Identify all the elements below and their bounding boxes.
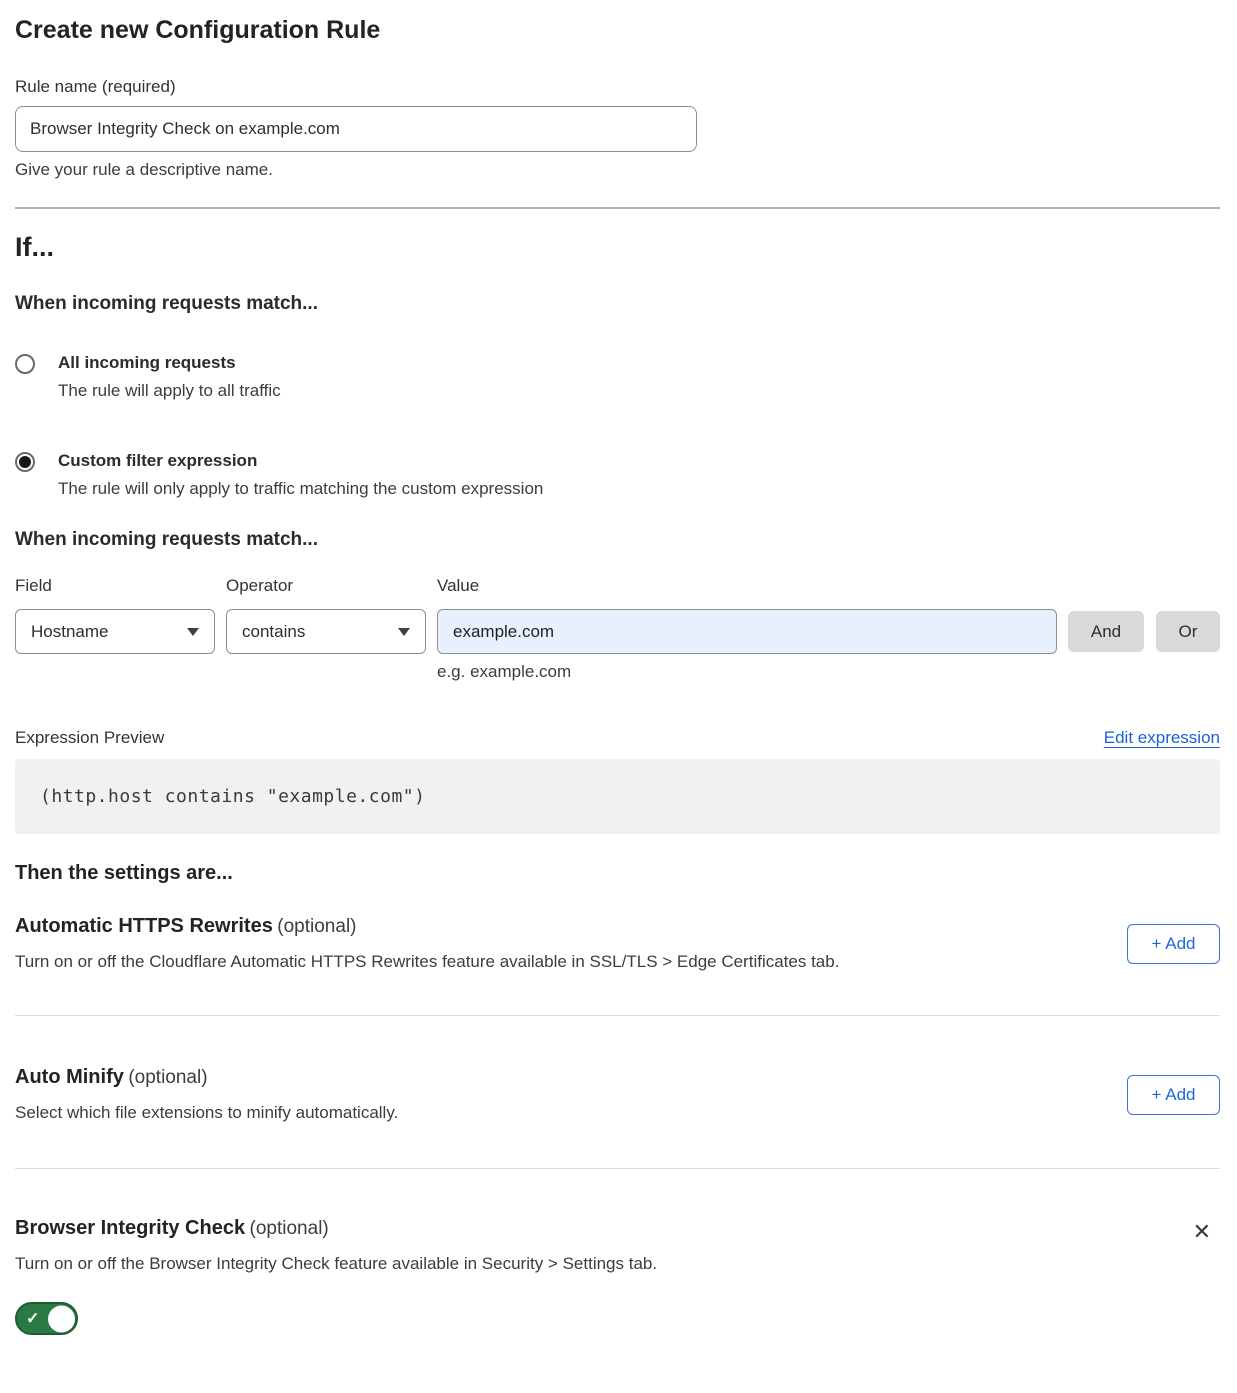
checkmark-icon: ✓ (26, 1308, 39, 1328)
if-heading: If... (15, 232, 1220, 263)
then-settings-heading: Then the settings are... (15, 862, 1220, 885)
and-button[interactable]: And (1068, 611, 1144, 652)
radio-option-label: All incoming requests (58, 353, 281, 373)
operator-select[interactable]: contains (226, 609, 426, 654)
setting-description: Turn on or off the Cloudflare Automatic … (15, 952, 839, 972)
field-select-value: Hostname (31, 622, 108, 642)
field-label: Field (15, 576, 215, 596)
setting-text: Automatic HTTPS Rewrites (optional) Turn… (15, 915, 839, 972)
value-input[interactable] (437, 609, 1057, 654)
rule-name-input[interactable] (15, 106, 697, 152)
setting-optional-tag: (optional) (277, 916, 356, 937)
radio-option-all-incoming-requests[interactable]: All incoming requests The rule will appl… (15, 353, 1220, 401)
filter-match-heading: When incoming requests match... (15, 529, 1220, 551)
radio-selected-icon[interactable] (15, 452, 35, 472)
add-automatic-https-rewrites-button[interactable]: + Add (1127, 924, 1220, 964)
setting-title-row: Automatic HTTPS Rewrites (optional) (15, 915, 839, 938)
close-icon[interactable]: ✕ (1193, 1221, 1211, 1243)
setting-description: Select which file extensions to minify a… (15, 1103, 398, 1123)
filter-controls-row: Hostname contains And Or (15, 609, 1220, 654)
or-button[interactable]: Or (1156, 611, 1220, 652)
setting-divider (15, 1168, 1220, 1169)
setting-browser-integrity-check: Browser Integrity Check (optional) Turn … (15, 1217, 1220, 1274)
setting-text: Auto Minify (optional) Select which file… (15, 1066, 398, 1123)
chevron-down-icon (398, 628, 410, 636)
edit-expression-link[interactable]: Edit expression (1104, 728, 1220, 748)
expression-preview-box: (http.host contains "example.com") (15, 759, 1220, 834)
value-label: Value (437, 576, 1057, 596)
setting-optional-tag: (optional) (128, 1067, 207, 1088)
toggle-knob (48, 1305, 75, 1332)
create-configuration-rule-form: Create new Configuration Rule Rule name … (0, 16, 1237, 1340)
setting-automatic-https-rewrites: Automatic HTTPS Rewrites (optional) Turn… (15, 915, 1220, 972)
setting-title: Automatic HTTPS Rewrites (15, 915, 273, 937)
setting-title-row: Auto Minify (optional) (15, 1066, 398, 1089)
radio-option-label: Custom filter expression (58, 451, 543, 471)
rule-name-label: Rule name (required) (15, 77, 1220, 97)
operator-label: Operator (226, 576, 426, 596)
field-select[interactable]: Hostname (15, 609, 215, 654)
chevron-down-icon (187, 628, 199, 636)
filter-column-labels: Field Operator Value (15, 576, 1220, 596)
value-helper: e.g. example.com (437, 662, 1220, 682)
page-title: Create new Configuration Rule (15, 16, 1220, 45)
radio-option-text: All incoming requests The rule will appl… (58, 353, 281, 401)
section-divider (15, 207, 1220, 209)
radio-option-description: The rule will apply to all traffic (58, 381, 281, 401)
setting-description: Turn on or off the Browser Integrity Che… (15, 1254, 657, 1274)
setting-title: Auto Minify (15, 1066, 124, 1088)
rule-name-helper: Give your rule a descriptive name. (15, 160, 1220, 180)
radio-unselected-icon[interactable] (15, 354, 35, 374)
expression-preview-row: Expression Preview Edit expression (15, 728, 1220, 748)
setting-title-row: Browser Integrity Check (optional) (15, 1217, 657, 1240)
expression-code: (http.host contains "example.com") (40, 786, 425, 807)
match-heading: When incoming requests match... (15, 293, 1220, 315)
operator-select-value: contains (242, 622, 305, 642)
setting-auto-minify: Auto Minify (optional) Select which file… (15, 1066, 1220, 1123)
add-auto-minify-button[interactable]: + Add (1127, 1075, 1220, 1115)
expression-preview-label: Expression Preview (15, 728, 164, 748)
radio-option-text: Custom filter expression The rule will o… (58, 451, 543, 499)
setting-title: Browser Integrity Check (15, 1217, 245, 1239)
setting-divider (15, 1015, 1220, 1016)
setting-optional-tag: (optional) (250, 1218, 329, 1239)
radio-option-custom-filter-expression[interactable]: Custom filter expression The rule will o… (15, 451, 1220, 499)
browser-integrity-check-toggle[interactable]: ✓ (15, 1302, 78, 1335)
setting-text: Browser Integrity Check (optional) Turn … (15, 1217, 657, 1274)
radio-option-description: The rule will only apply to traffic matc… (58, 479, 543, 499)
